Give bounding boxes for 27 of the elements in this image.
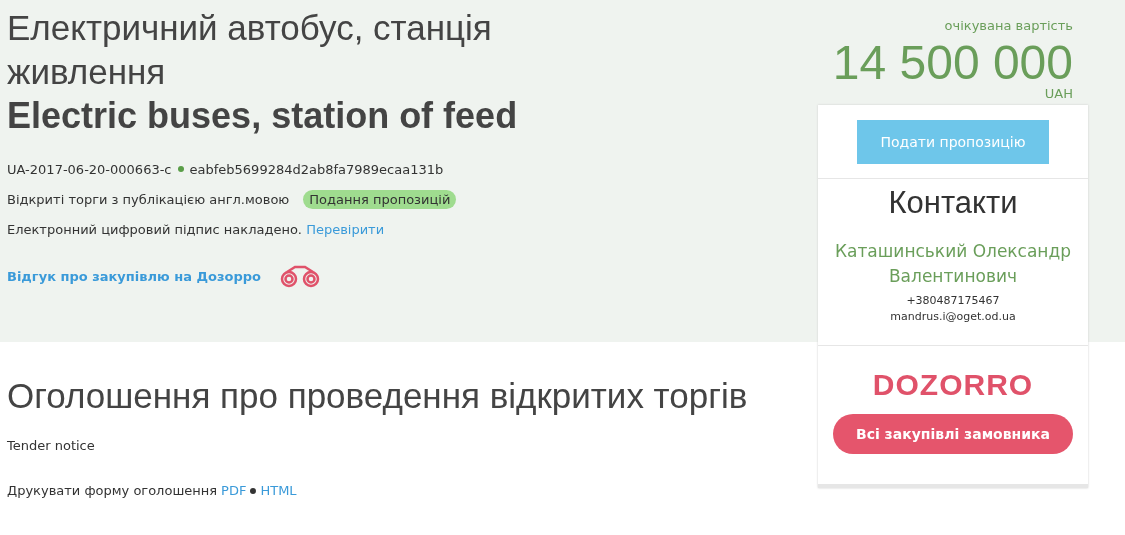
tender-id: UA-2017-06-20-000663-c: [7, 161, 172, 177]
review-link[interactable]: Відгук про закупівлю на Дозорро: [7, 268, 261, 284]
print-format-link[interactable]: PDF: [221, 483, 247, 498]
contact-email: mandrus.i@oget.od.ua: [889, 309, 1017, 325]
price-label: очікувана вартість: [943, 18, 1073, 33]
separator-dot: [177, 166, 184, 172]
notice-subtitle: Tender notice: [7, 438, 96, 453]
signature-text: Електронний цифровий підпис накладено.: [7, 221, 302, 237]
print-format-link[interactable]: HTML: [260, 483, 297, 498]
verify-link[interactable]: Перевірити: [306, 221, 385, 237]
separator-dot: [250, 487, 257, 494]
print-label: Друкувати форму оголошення: [7, 483, 218, 498]
all-purchases-button[interactable]: Всі закупівлі замовника: [833, 414, 1073, 454]
price-currency: UAH: [1043, 87, 1073, 101]
tender-title: Електричний автобус, станція живлення: [7, 7, 493, 93]
dozorro-logo: DOZORRO: [872, 368, 1034, 402]
contact-phone: +380487175467: [905, 293, 1001, 309]
tender-title-english: Electric buses, station of feed: [7, 94, 519, 138]
contact-name: Каташинський Олександр Валентинович: [833, 240, 1073, 288]
procedure-type: Відкриті торги з публікацією англ.мовою: [7, 191, 290, 207]
status-badge: Подання пропозицій: [303, 189, 457, 209]
contacts-title: Контакти: [887, 184, 1019, 221]
notice-heading: Оголошення про проведення відкритих торгів: [7, 376, 749, 416]
submit-offer-button[interactable]: Подати пропозицію: [857, 119, 1049, 164]
tender-hash: eabfeb5699284d2ab8fa7989ecaa131b: [189, 161, 444, 177]
price-amount: 14 500 000: [831, 39, 1073, 87]
binoculars-icon: [279, 264, 321, 288]
